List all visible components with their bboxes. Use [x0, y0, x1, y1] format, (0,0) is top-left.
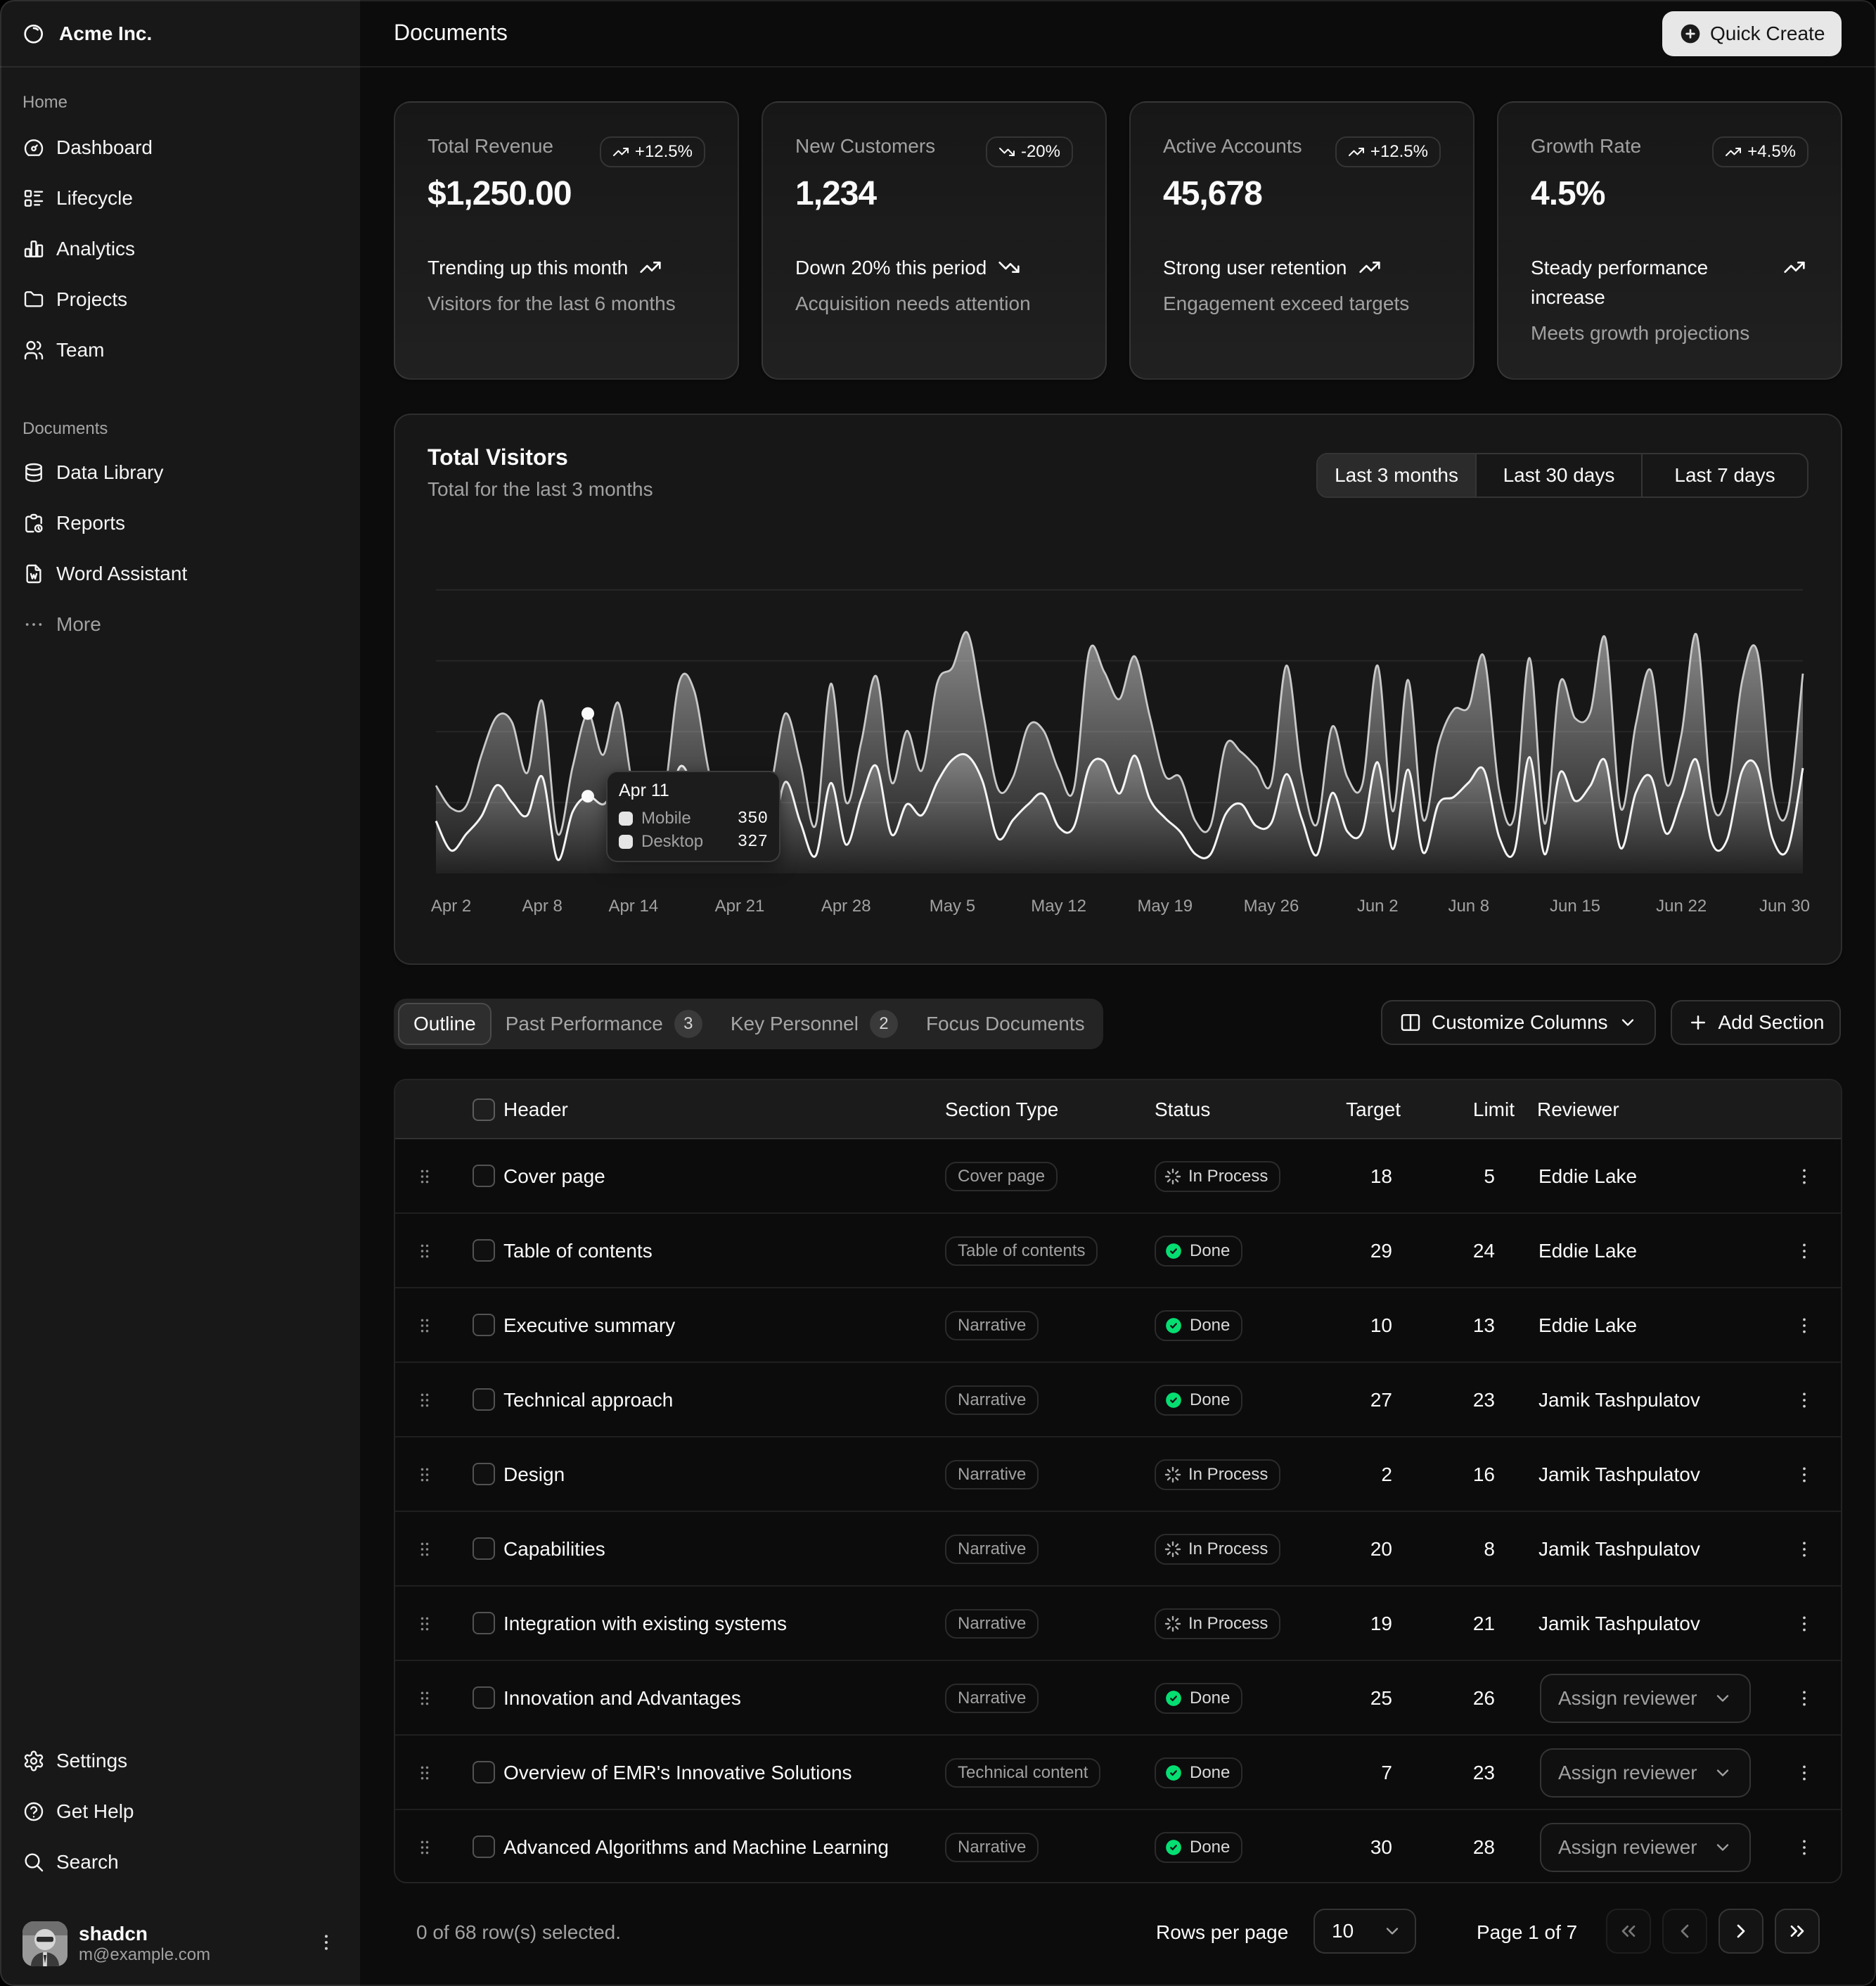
svg-text:Apr 21: Apr 21: [715, 897, 765, 916]
svg-text:Jun 22: Jun 22: [1656, 897, 1707, 916]
svg-text:Apr 8: Apr 8: [522, 897, 563, 916]
svg-text:May 26: May 26: [1244, 897, 1299, 916]
svg-text:Jun 8: Jun 8: [1448, 897, 1489, 916]
svg-text:Apr 28: Apr 28: [821, 897, 871, 916]
svg-text:Jun 15: Jun 15: [1550, 897, 1600, 916]
svg-text:Apr 14: Apr 14: [608, 897, 658, 916]
svg-text:May 19: May 19: [1137, 897, 1193, 916]
svg-text:May 12: May 12: [1031, 897, 1086, 916]
svg-text:Apr 2: Apr 2: [431, 897, 471, 916]
svg-text:Jun 2: Jun 2: [1357, 897, 1399, 916]
svg-text:Jun 30: Jun 30: [1759, 897, 1810, 916]
svg-text:May 5: May 5: [930, 897, 975, 916]
